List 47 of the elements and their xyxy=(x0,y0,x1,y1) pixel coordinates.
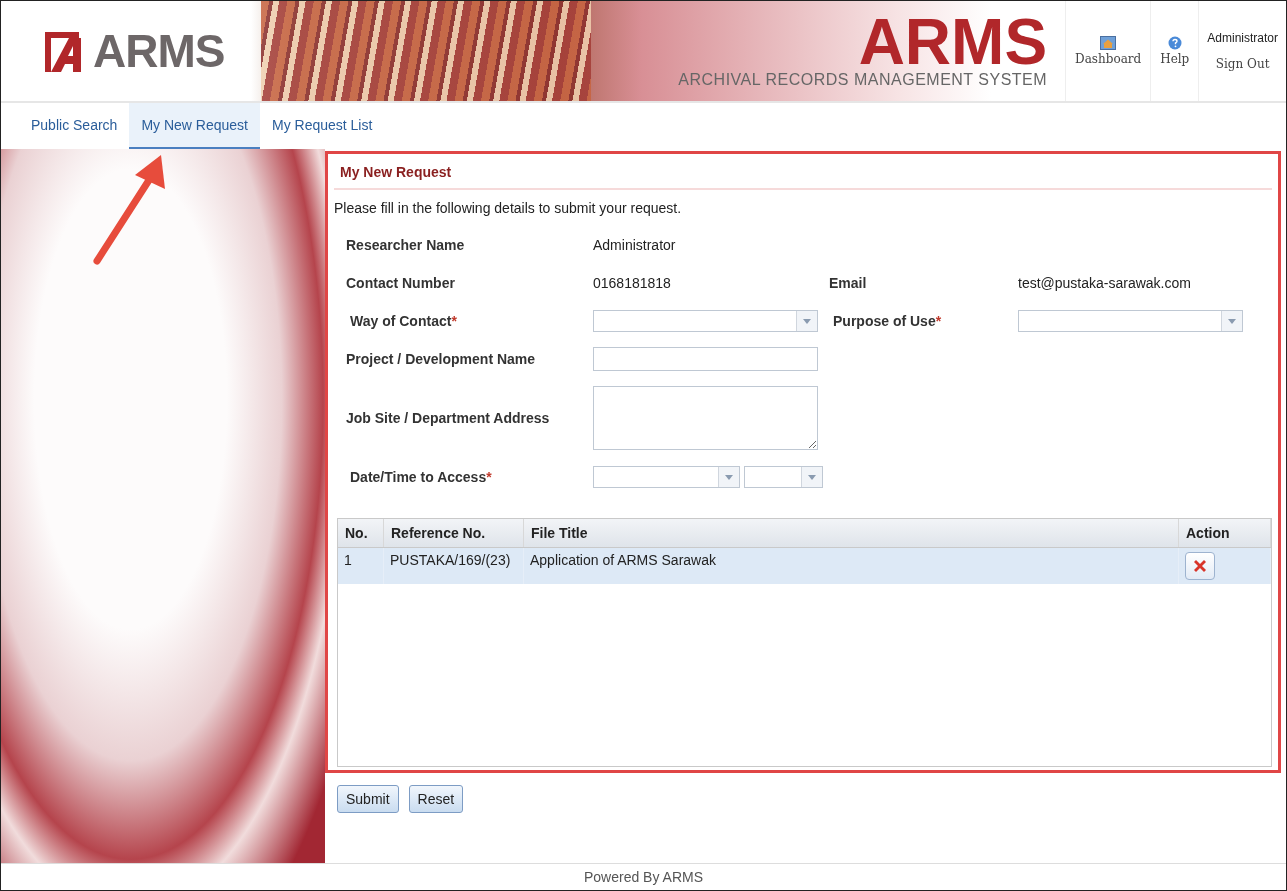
dropdown[interactable] xyxy=(593,310,818,332)
field-label: Way of Contact* xyxy=(349,312,458,331)
nav-tab[interactable]: My New Request xyxy=(129,103,260,149)
panel-title: My New Request xyxy=(334,164,1272,190)
form-button[interactable]: Reset xyxy=(408,785,464,813)
caret-icon xyxy=(808,474,816,480)
date-dropdown[interactable] xyxy=(593,466,741,488)
caret-icon xyxy=(1228,318,1236,324)
caret-icon xyxy=(725,474,734,480)
field-label: Purpose of Use* xyxy=(832,312,943,331)
caret-icon xyxy=(803,318,811,324)
help-link[interactable]: Help xyxy=(1150,1,1199,101)
field-label: Researcher Name xyxy=(346,236,466,255)
system-subtitle: ARCHIVAL RECORDS MANAGEMENT SYSTEM xyxy=(678,71,1048,89)
input-field[interactable] xyxy=(593,347,818,371)
field-value: test@pustaka-sarawak.com xyxy=(1018,274,1192,293)
field-label: Contact Number xyxy=(346,274,456,293)
nav-tab[interactable]: Public Search xyxy=(19,103,130,149)
column-header: File Title xyxy=(524,519,1179,547)
time-dropdown[interactable] xyxy=(744,466,823,488)
sign-out-link[interactable]: Sign Out xyxy=(1215,57,1270,71)
column-header: No. xyxy=(338,519,384,547)
delete-button[interactable] xyxy=(1185,552,1215,580)
text-area[interactable] xyxy=(593,386,818,450)
table-cell: PUSTAKA/169/(23) xyxy=(384,548,524,584)
column-header: Reference No. xyxy=(384,519,524,547)
user-name: Administrator xyxy=(1207,31,1278,45)
home-icon xyxy=(1100,36,1117,50)
dropdown[interactable] xyxy=(1018,310,1243,332)
field-value: 0168181818 xyxy=(593,274,672,293)
field-value: Administrator xyxy=(593,236,677,255)
logo-text: ARMS xyxy=(93,24,225,78)
field-label: Date/Time to Access* xyxy=(349,468,493,487)
form-button[interactable]: Submit xyxy=(337,785,399,813)
field-label: Job Site / Department Address xyxy=(346,409,551,428)
dashboard-link[interactable]: Dashboard xyxy=(1065,1,1151,101)
field-label: Project / Development Name xyxy=(346,350,537,369)
table-cell: 1 xyxy=(338,548,384,584)
table-cell: Application of ARMS Sarawak xyxy=(524,548,1179,584)
close-icon xyxy=(1192,558,1208,574)
field-label: Email xyxy=(829,274,868,293)
table-row[interactable]: 1 PUSTAKA/169/(23) Application of ARMS Sarawak xyxy=(338,548,1271,584)
nav-tab[interactable]: My Request List xyxy=(260,103,385,149)
system-title: ARMS xyxy=(858,13,1048,71)
intro-text: Please fill in the following details to submit your request. xyxy=(334,200,683,216)
help-icon xyxy=(1167,36,1182,50)
column-header: Action xyxy=(1179,519,1271,547)
